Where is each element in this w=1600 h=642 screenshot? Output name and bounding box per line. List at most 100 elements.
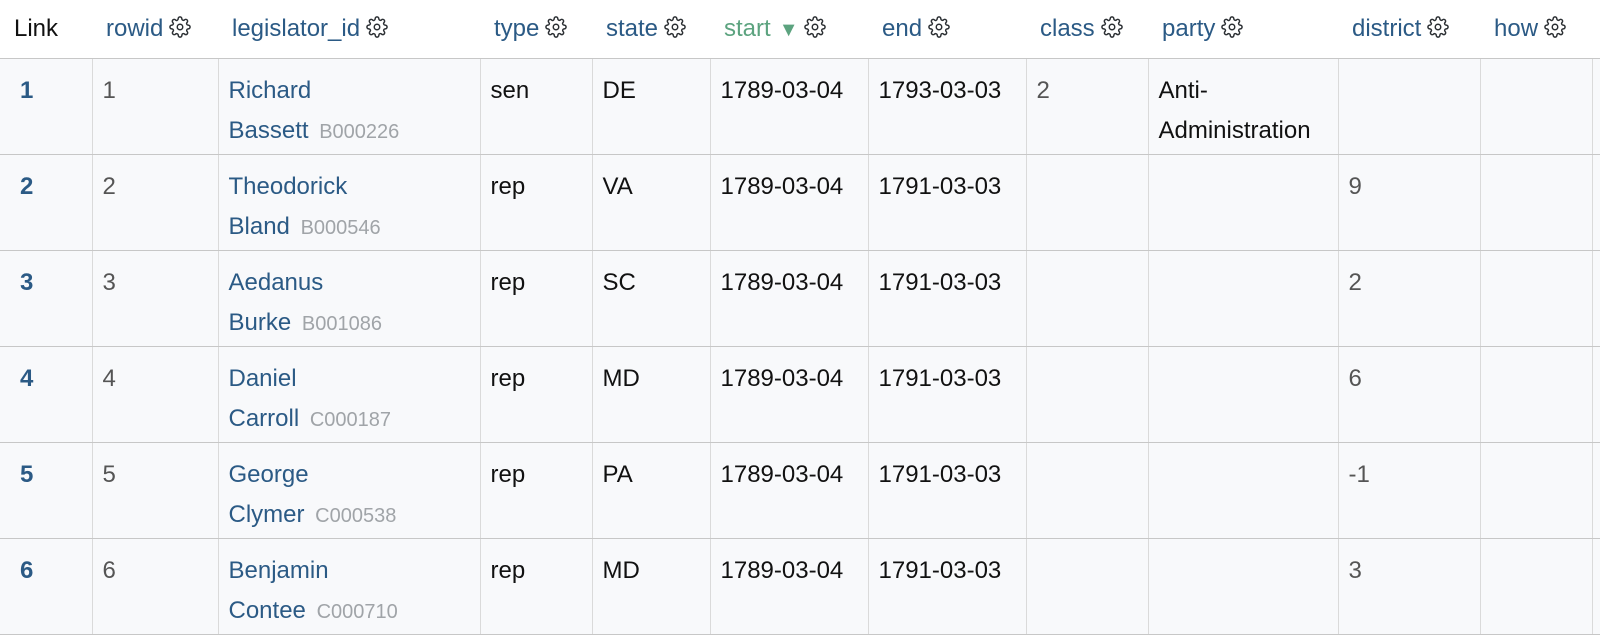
column-header-end[interactable]: end [868,0,1026,59]
legislator-last-name[interactable]: Bassett [229,117,309,144]
gear-icon[interactable] [1538,15,1566,42]
table-row: 5 5 George Clymer C000538 rep PA 1789-03-04 179… [0,442,1600,539]
type-cell: rep [479,250,592,347]
legislator-last-name[interactable]: Carroll [229,405,300,432]
column-label[interactable]: end [882,15,922,42]
gear-icon[interactable] [1095,15,1123,42]
legislator-cell: Richard Bassett B000226 [217,58,480,155]
extra-cell [1591,154,1600,251]
class-cell [1025,442,1148,539]
column-header-type[interactable]: type [480,0,592,59]
column-header-legislator-id[interactable]: legislator_id [218,0,480,59]
how-cell [1479,58,1592,155]
column-label: Link [14,15,59,42]
start-cell: 1789-03-04 [709,250,868,347]
column-header-rowid[interactable]: rowid [92,0,218,59]
column-label[interactable]: start [724,15,771,42]
row-link[interactable]: 5 [20,461,33,488]
legislator-first-name[interactable]: George [229,455,472,495]
rowid-cell: 1 [91,58,218,155]
legislator-last-name[interactable]: Contee [229,597,306,624]
start-cell: 1789-03-04 [709,346,868,443]
gear-icon[interactable] [1215,15,1244,42]
column-header-extra[interactable]: p [1592,0,1600,59]
legislator-first-name[interactable]: Daniel [229,359,472,399]
legislator-last-name[interactable]: Burke [229,309,292,336]
gear-icon[interactable] [922,15,950,42]
legislator-first-name[interactable]: Benjamin [229,551,472,591]
party-cell [1147,346,1338,443]
extra-cell [1591,58,1600,155]
sort-descending-icon[interactable]: ▼ [779,19,799,42]
table-body: 1 1 Richard Bassett B000226 sen DE 1789-03-04 1… [0,58,1600,635]
legislator-id-label: B000226 [319,121,400,143]
gear-icon[interactable] [163,15,192,42]
row-link[interactable]: 4 [20,365,33,392]
rowid-cell: 6 [91,538,218,635]
row-link[interactable]: 2 [20,173,33,200]
type-cell: rep [479,538,592,635]
how-cell [1479,442,1592,539]
type-cell: sen [479,58,592,155]
end-cell: 1793-03-03 [867,58,1026,155]
extra-cell [1591,538,1600,635]
legislator-first-name[interactable]: Aedanus [229,263,472,303]
gear-icon[interactable] [798,15,827,42]
legislator-terms-table: Link rowid legislator_id type state star… [0,0,1600,635]
district-cell: -1 [1337,442,1480,539]
legislator-cell: Benjamin Contee C000710 [217,538,480,635]
column-header-class[interactable]: class [1026,0,1148,59]
row-link[interactable]: 1 [20,77,33,104]
column-header-party[interactable]: party [1148,0,1338,59]
legislator-first-name[interactable]: Richard [229,71,472,111]
column-label[interactable]: legislator_id [232,15,360,42]
extra-cell [1591,442,1600,539]
table-row: 6 6 Benjamin Contee C000710 rep MD 1789-03-04 1… [0,538,1600,635]
column-header-state[interactable]: state [592,0,710,59]
table-container: Link rowid legislator_id type state star… [0,0,1600,642]
legislator-id-label: B001086 [301,313,382,335]
legislator-last-name[interactable]: Bland [229,213,290,240]
column-label[interactable]: rowid [106,15,163,42]
column-label[interactable]: type [494,15,539,42]
rowid-cell: 2 [91,154,218,251]
end-cell: 1791-03-03 [867,154,1026,251]
end-cell: 1791-03-03 [867,346,1026,443]
start-cell: 1789-03-04 [709,442,868,539]
link-cell: 5 [0,442,92,539]
column-label[interactable]: class [1040,15,1095,42]
type-cell: rep [479,154,592,251]
column-label[interactable]: party [1162,15,1215,42]
legislator-id-label: C000187 [309,409,392,431]
legislator-first-name[interactable]: Theodorick [229,167,472,207]
column-label[interactable]: state [606,15,658,42]
gear-icon[interactable] [360,15,388,42]
gear-icon[interactable] [1421,15,1450,42]
party-cell [1147,154,1338,251]
column-header-start[interactable]: start ▼ [710,0,868,59]
legislator-cell: George Clymer C000538 [217,442,480,539]
row-link[interactable]: 6 [20,557,33,584]
district-cell: 3 [1337,538,1480,635]
how-cell [1479,538,1592,635]
state-cell: SC [591,250,710,347]
gear-icon[interactable] [658,15,686,42]
legislator-last-name[interactable]: Clymer [229,501,305,528]
rowid-cell: 3 [91,250,218,347]
column-header-how[interactable]: how [1480,0,1592,59]
row-link[interactable]: 3 [20,269,33,296]
column-label[interactable]: how [1494,15,1538,42]
district-cell [1337,58,1480,155]
column-label[interactable]: district [1352,15,1421,42]
end-cell: 1791-03-03 [867,538,1026,635]
column-header-district[interactable]: district [1338,0,1480,59]
table-row: 2 2 Theodorick Bland B000546 rep VA 1789-03-04… [0,154,1600,251]
legislator-id-label: B000546 [300,217,381,239]
gear-icon[interactable] [539,15,568,42]
extra-cell [1591,250,1600,347]
end-cell: 1791-03-03 [867,442,1026,539]
party-cell [1147,442,1338,539]
class-cell: 2 [1025,58,1148,155]
table-row: 4 4 Daniel Carroll C000187 rep MD 1789-03-04 17… [0,346,1600,443]
link-cell: 3 [0,250,92,347]
